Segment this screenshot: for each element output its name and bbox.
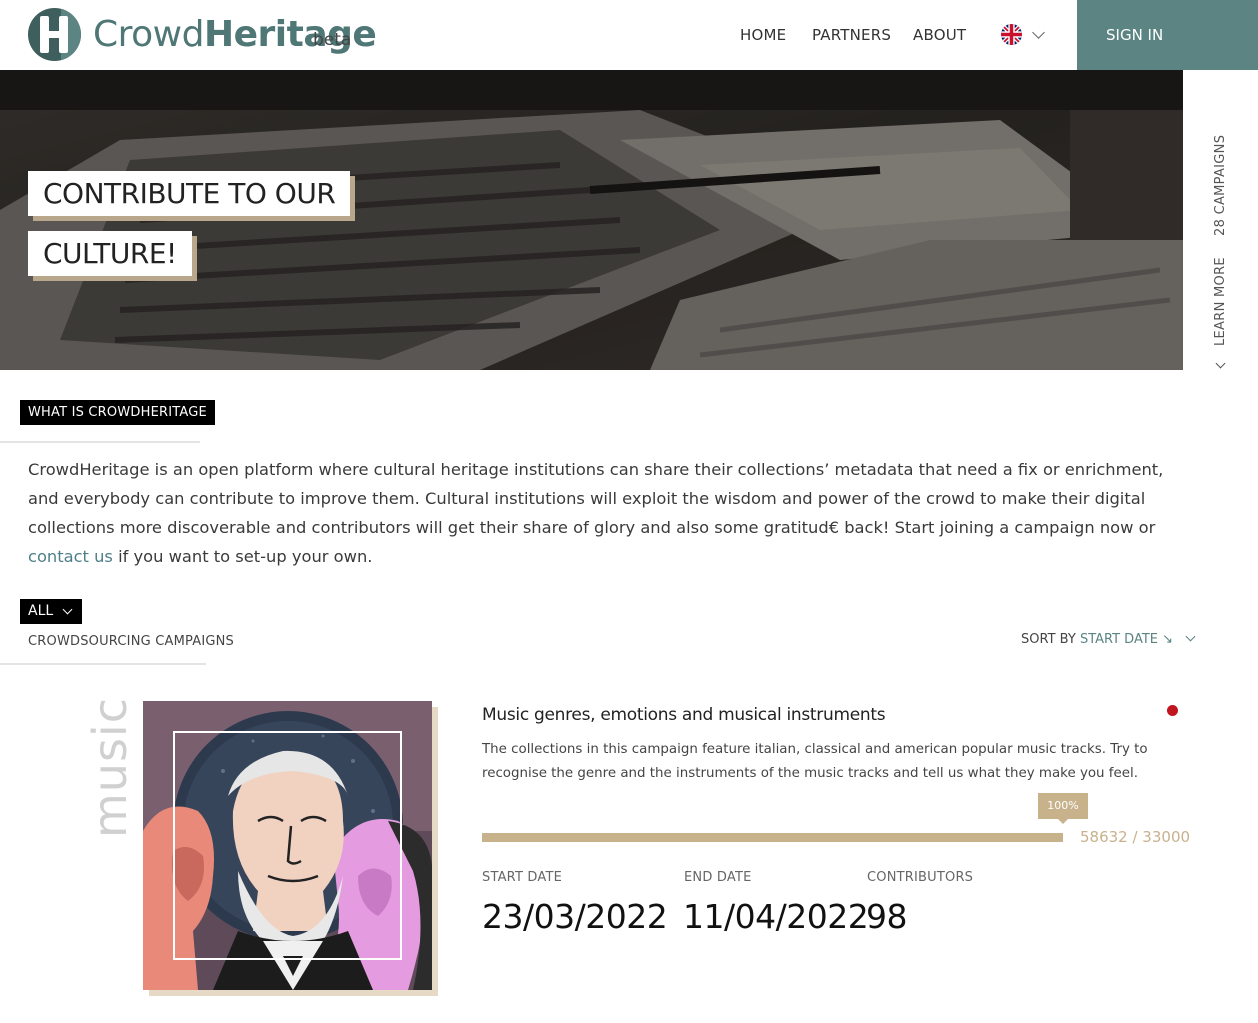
brand-name-light: Crowd <box>93 14 204 55</box>
intro-text-1: CrowdHeritage is an open platform where … <box>28 460 1164 537</box>
chevron-down-icon <box>1215 358 1226 369</box>
language-selector[interactable] <box>1001 24 1045 45</box>
filter-value: ALL <box>28 603 54 619</box>
hero-title-line1: CONTRIBUTE TO OUR <box>28 171 351 216</box>
progress-bar <box>482 833 1063 842</box>
progress-bar-fill <box>482 833 1063 842</box>
progress-percent-badge: 100% <box>1038 793 1088 824</box>
end-date-label: END DATE <box>684 870 752 885</box>
status-indicator-icon <box>1167 705 1178 716</box>
chevron-down-icon <box>62 604 73 615</box>
nav-about[interactable]: ABOUT <box>913 26 966 44</box>
section-divider <box>0 441 200 443</box>
progress-count: 58632 / 33000 <box>1080 828 1191 846</box>
hero-banner: CONTRIBUTE TO OUR CULTURE! <box>0 70 1183 370</box>
start-date-label: START DATE <box>482 870 563 885</box>
hero-background-image <box>0 70 1183 370</box>
contributors-label: CONTRIBUTORS <box>867 870 974 885</box>
end-date-value: 11/04/2022 <box>683 897 869 936</box>
site-header: CrowdHeritage beta HOME PARTNERS ABOUT S… <box>0 0 1258 70</box>
sort-dropdown[interactable]: SORT BY START DATE ↘ <box>1021 631 1196 647</box>
sign-in-button[interactable]: SIGN IN <box>1077 0 1258 70</box>
chevron-down-icon <box>1185 631 1196 642</box>
nav-home[interactable]: HOME <box>740 26 786 44</box>
campaign-count-link[interactable]: 28 CAMPAIGNS <box>1213 135 1228 236</box>
learn-more-link[interactable]: LEARN MORE <box>1213 257 1228 346</box>
campaign-description: The collections in this campaign feature… <box>482 742 1148 781</box>
chevron-down-icon <box>1032 25 1045 39</box>
logo-mark-icon <box>28 8 81 61</box>
category-filter-dropdown[interactable]: ALL <box>20 599 82 624</box>
section-divider <box>0 663 206 665</box>
campaigns-subtitle: CROWDSOURCING CAMPAIGNS <box>28 634 235 649</box>
sort-prefix: SORT BY <box>1021 632 1080 647</box>
contact-us-link[interactable]: contact us <box>28 547 113 566</box>
what-is-tag: WHAT IS CROWDHERITAGE <box>20 400 215 425</box>
intro-text-2: if you want to set-up your own. <box>112 547 373 566</box>
intro-paragraph: CrowdHeritage is an open platform where … <box>28 455 1188 571</box>
beta-label: beta <box>313 30 352 50</box>
campaign-image[interactable] <box>143 701 432 990</box>
campaign-category-label: music <box>83 696 137 838</box>
uk-flag-icon <box>1001 24 1022 45</box>
sort-value: START DATE ↘ <box>1079 632 1174 647</box>
start-date-value: 23/03/2022 <box>482 897 668 936</box>
hero-title-line2: CULTURE! <box>28 231 192 276</box>
nav-partners[interactable]: PARTNERS <box>812 26 891 44</box>
contributors-value: 98 <box>866 897 908 936</box>
campaign-title[interactable]: Music genres, emotions and musical instr… <box>482 705 886 725</box>
side-rail: 28 CAMPAIGNS LEARN MORE <box>1183 70 1258 370</box>
